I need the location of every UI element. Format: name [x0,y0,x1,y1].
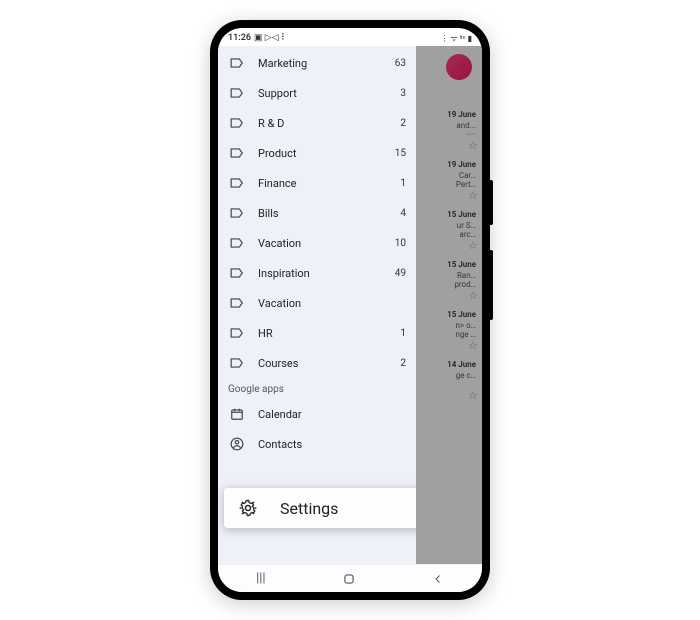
drawer-item-label: Courses [258,357,390,370]
drawer-item-count: 63 [390,58,406,69]
status-right-icons: ⋮ ᯤ ˡᵗᵉ ▮ [440,33,472,44]
drawer-item-label: R & D [258,117,390,130]
settings-label: Settings [280,499,338,518]
drawer-item-count: 2 [390,118,406,129]
label-icon [228,267,246,279]
drawer-app-item[interactable]: Calendar [218,399,416,429]
system-nav-bar: ||| [218,564,482,592]
side-button-2 [490,250,493,320]
drawer-label-item[interactable]: Support3 [218,78,416,108]
label-icon [228,357,246,369]
label-icon [228,177,246,189]
nav-home[interactable] [342,572,356,586]
drawer-item-label: Marketing [258,57,390,70]
drawer-item-count: 1 [390,328,406,339]
label-icon [228,57,246,69]
drawer-item-label: Inspiration [258,267,390,280]
drawer-label-item[interactable]: Vacation [218,288,416,318]
drawer-item-count: 1 [390,178,406,189]
drawer-label-item[interactable]: Finance1 [218,168,416,198]
label-icon [228,117,246,129]
nav-back[interactable] [432,573,444,585]
drawer-item-count: 49 [390,268,406,279]
drawer-label-item[interactable]: R & D2 [218,108,416,138]
drawer-item-count: 10 [390,238,406,249]
drawer-item-count: 3 [390,88,406,99]
drawer-item-label: Calendar [258,408,406,421]
side-button-1 [490,180,493,225]
calendar-icon [228,407,246,421]
drawer-item-count: 2 [390,358,406,369]
screen: 11:26 ▣ ▷◁ ⠇ ⋮ ᯤ ˡᵗᵉ ▮ 19 Juneand...····… [218,28,482,592]
drawer-item-label: Vacation [258,237,390,250]
navigation-drawer: Marketing63Support3R & D2Product15Financ… [218,46,416,564]
drawer-item-count: 15 [390,148,406,159]
status-bar: 11:26 ▣ ▷◁ ⠇ ⋮ ᯤ ˡᵗᵉ ▮ [218,28,482,46]
drawer-item-label: Vacation [258,297,390,310]
drawer-label-item[interactable]: Marketing63 [218,48,416,78]
settings-callout[interactable]: Settings [224,488,416,528]
drawer-label-item[interactable]: Inspiration49 [218,258,416,288]
drawer-label-item[interactable]: Bills4 [218,198,416,228]
drawer-label-item[interactable]: Product15 [218,138,416,168]
label-icon [228,237,246,249]
drawer-label-item[interactable]: HR1 [218,318,416,348]
contacts-icon [228,437,246,451]
label-icon [228,327,246,339]
drawer-app-item[interactable]: Contacts [218,429,416,459]
drawer-item-label: HR [258,327,390,340]
status-left-icons: ▣ ▷◁ ⠇ [254,33,287,43]
drawer-item-label: Product [258,147,390,160]
label-icon [228,297,246,309]
phone-frame: 11:26 ▣ ▷◁ ⠇ ⋮ ᯤ ˡᵗᵉ ▮ 19 Juneand...····… [210,20,490,600]
drawer-item-label: Contacts [258,438,406,451]
drawer-item-count: 4 [390,208,406,219]
gear-icon [238,498,258,518]
label-icon [228,207,246,219]
drawer-item-label: Support [258,87,390,100]
label-icon [228,147,246,159]
nav-recents[interactable]: ||| [256,571,266,586]
label-icon [228,87,246,99]
section-header-google-apps: Google apps [218,378,416,399]
drawer-label-item[interactable]: Courses2 [218,348,416,378]
drawer-item-label: Bills [258,207,390,220]
drawer-label-item[interactable]: Vacation10 [218,228,416,258]
drawer-item-label: Finance [258,177,390,190]
status-time: 11:26 [228,33,251,43]
